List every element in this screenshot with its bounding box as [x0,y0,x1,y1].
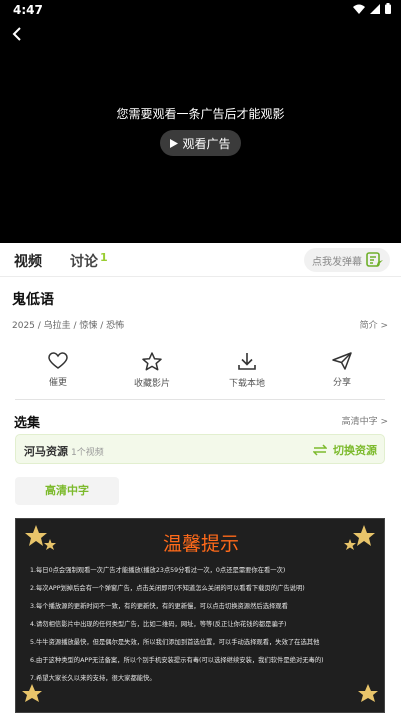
play-icon [170,138,179,148]
tab-discuss-label: 讨论 [70,254,98,270]
battery-icon [385,3,391,14]
share-button[interactable]: 分享 [307,352,377,388]
intro-link[interactable]: 简介 > [360,318,388,331]
star-icon [142,352,162,371]
stars-decoration-icon [358,684,378,702]
movie-meta: 2025 / 乌拉圭 / 惊悚 / 恐怖 [12,321,125,331]
switch-source-button[interactable]: 切换资源 [313,442,377,458]
discuss-count-badge: 1 [100,251,108,264]
heart-icon [48,352,68,369]
source-selector[interactable]: 河马资源 1个视频 切换资源 [15,434,385,464]
notice-title: 温馨提示 [162,533,239,555]
notice-line: 2.每次APP划掉后会有一个弹窗广告，点击关闭即可(不知道怎么关闭的可以看看下载… [30,585,305,592]
signal-icon [370,3,380,14]
source-count: 1个视频 [71,448,104,458]
share-label: 分享 [332,378,351,388]
tab-video[interactable]: 视频 [14,251,42,271]
download-button[interactable]: 下载本地 [212,352,282,389]
swap-icon [313,444,327,456]
wifi-icon [353,4,365,14]
remind-update-button[interactable]: 催更 [23,352,93,388]
download-label: 下载本地 [228,379,265,389]
episode-button-hd[interactable]: 高清中字 [15,477,119,505]
watch-ad-label: 观看广告 [182,136,231,151]
source-name-wrap: 河马资源 1个视频 [24,443,104,459]
notice-line: 4.请勿相信影片中出现的任何类型广告，比如二维码，网址，等等(反正让你花钱的都是… [30,621,287,628]
notice-line: 5.牛牛资源播放最快，但是偶尔是失效，所以我们添加到首选位置，可以手动选择观看，… [30,639,320,646]
download-icon [238,353,256,370]
favorite-button[interactable]: 收藏影片 [117,352,187,389]
movie-title: 鬼低语 [12,292,54,308]
tab-bar: 视频 讨论 1 点我发弹幕 [0,243,401,277]
remind-update-label: 催更 [48,378,67,388]
danmu-input[interactable]: 点我发弹幕 [304,248,390,272]
episodes-title: 选集 [14,416,41,431]
video-player[interactable]: 4:47 您需要观看一条广告后才能观影 观看广告 [0,0,401,243]
notice-banner: 温馨提示 1.每日0点会强制观看一次广告才能播放(播放23点59分看过一次，0点… [15,518,385,713]
danmu-send-icon[interactable] [366,251,384,269]
status-bar: 4:47 [0,0,401,20]
notice-line: 3.每个播放源的更新时间不一致，有的更新快，有的更新慢，可以点击切换资源然后选择… [30,603,288,610]
action-row: 催更 收藏影片 下载本地 分享 [15,352,385,400]
send-icon [332,352,352,370]
ad-message: 您需要观看一条广告后才能观影 [116,107,285,121]
notice-line: 7.希望大家长久以来的支持，很大家都能快。 [30,675,156,682]
watch-ad-button[interactable]: 观看广告 [160,130,241,156]
tab-discuss[interactable]: 讨论 1 [70,251,108,271]
status-time: 4:47 [13,3,43,17]
episodes-quality-link[interactable]: 高清中字 > [342,414,388,427]
notice-line: 1.每日0点会强制观看一次广告才能播放(播放23点59分看过一次，0点还是需要你… [30,567,286,574]
danmu-placeholder: 点我发弹幕 [312,257,362,268]
source-name: 河马资源 [24,445,68,458]
stars-decoration-icon [22,684,42,702]
back-arrow-icon[interactable] [8,24,28,44]
favorite-label: 收藏影片 [133,379,170,389]
notice-line: 6.由于这种类型的APP无法备案，所以个别手机安装提示有毒(可以选择继续安装，我… [30,657,324,664]
switch-source-label: 切换资源 [333,444,377,457]
status-icons [353,3,391,14]
